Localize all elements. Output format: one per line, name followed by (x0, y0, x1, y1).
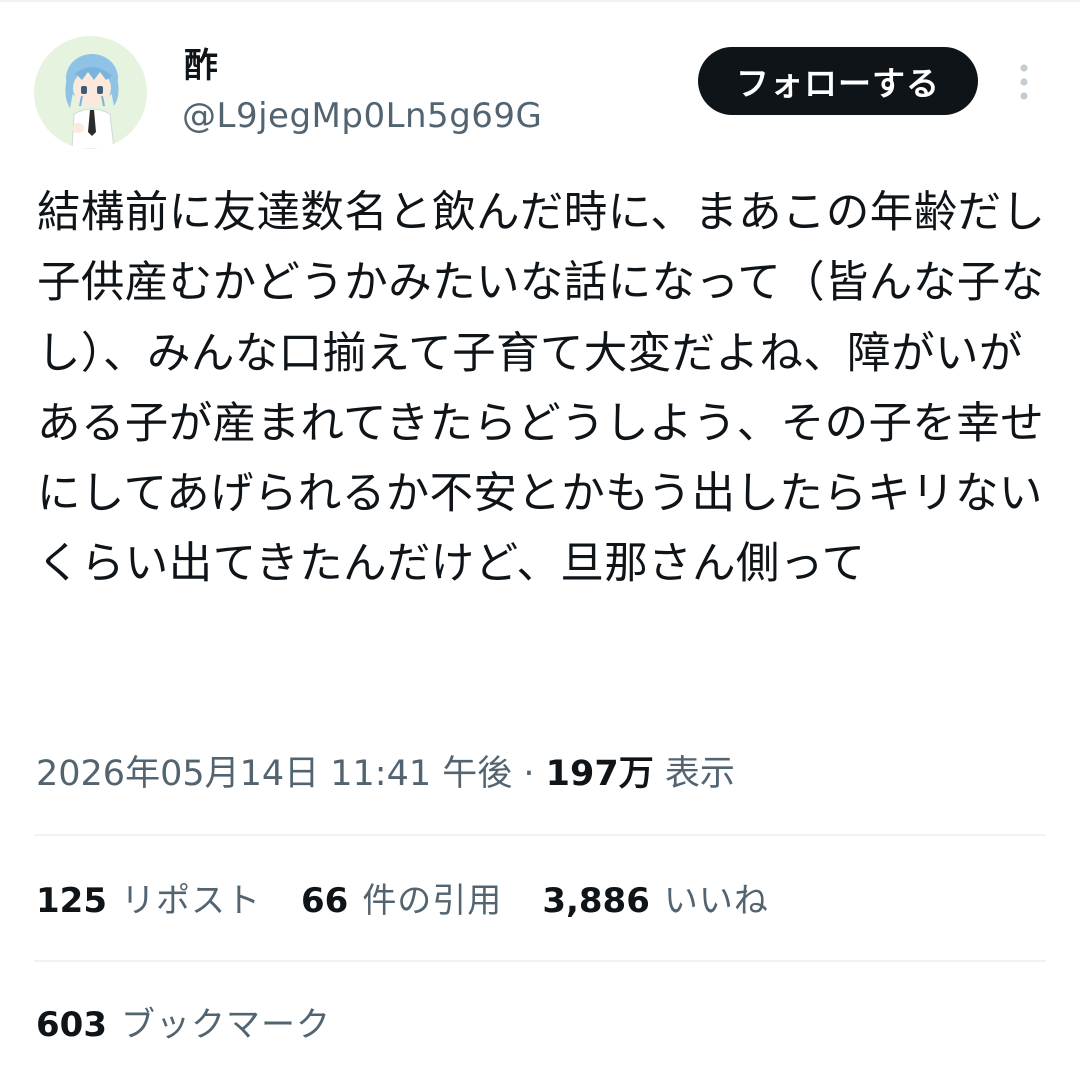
follow-button[interactable]: フォローする (698, 47, 978, 115)
like-count: 3,886 (542, 881, 650, 921)
views-count: 197万 (545, 754, 654, 794)
bookmark-stat[interactable]: 603 ブックマーク (36, 1000, 331, 1050)
avatar[interactable] (34, 36, 147, 149)
divider (34, 960, 1046, 962)
like-label: いいね (663, 881, 769, 921)
bookmark-label: ブックマーク (120, 1005, 331, 1045)
repost-stat[interactable]: 125 リポスト (36, 876, 261, 926)
repost-count: 125 (36, 881, 107, 921)
user-handle[interactable]: @L9jegMp0Ln5g69G (182, 96, 542, 136)
repost-label: リポスト (120, 881, 261, 921)
like-stat[interactable]: 3,886 いいね (542, 876, 769, 926)
timestamp-link[interactable]: 2026年05月14日 11:41 午後 (36, 754, 512, 794)
tweet-text: 結構前に友達数名と飲んだ時に、まあこの年齢だし子供産むかどうかみたいな話になって… (37, 188, 1046, 590)
anime-character-avatar-icon (34, 36, 147, 149)
quote-stat[interactable]: 66 件の引用 (301, 876, 502, 926)
more-options-button[interactable] (1004, 60, 1044, 104)
meta-separator: · (512, 754, 546, 794)
views-label: 表示 (664, 754, 735, 794)
divider (34, 834, 1046, 836)
tweet-meta: 2026年05月14日 11:41 午後 · 197万 表示 (36, 750, 735, 798)
engagement-stats: 125 リポスト 66 件の引用 3,886 いいね (36, 876, 809, 926)
bookmark-count: 603 (36, 1005, 107, 1045)
display-name[interactable]: 酢 (184, 46, 218, 86)
top-divider (0, 0, 1080, 2)
quote-label: 件の引用 (362, 881, 503, 921)
more-vertical-icon (1020, 64, 1028, 100)
quote-count: 66 (300, 881, 349, 921)
